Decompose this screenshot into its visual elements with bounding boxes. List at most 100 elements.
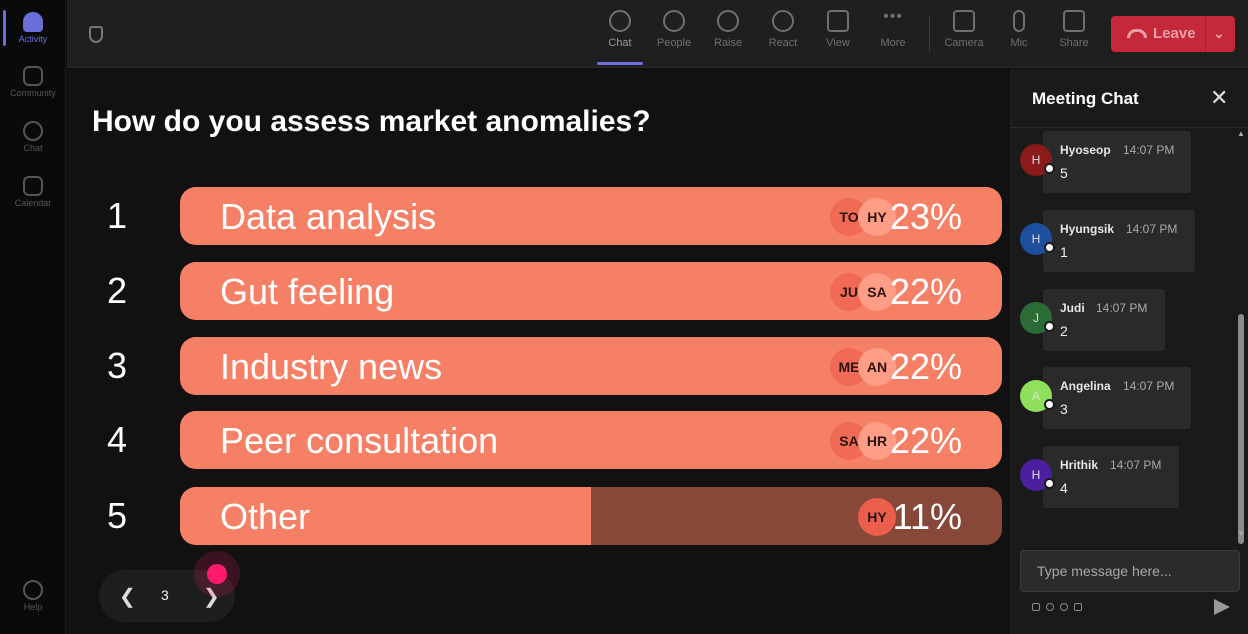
option-number: 5 xyxy=(107,495,128,536)
community-icon xyxy=(23,66,43,86)
toolbar-label: Chat xyxy=(608,37,632,49)
chat-message[interactable]: Hrithik 14:07 PM 4 xyxy=(1043,446,1179,508)
status-dot xyxy=(1044,321,1055,332)
option-bar[interactable]: Industry news ME AN 22% xyxy=(180,337,1002,395)
chevron-down-icon[interactable]: ⌄ xyxy=(1213,25,1225,42)
view-icon xyxy=(827,10,849,32)
avatar[interactable]: J xyxy=(1020,302,1055,334)
calendar-icon xyxy=(23,176,43,196)
bell-icon xyxy=(23,12,43,32)
avatar-initial: H xyxy=(1031,153,1041,167)
chevron-right-icon[interactable]: ❯ xyxy=(203,584,220,609)
message-text: 1 xyxy=(1060,244,1068,260)
option-bar[interactable]: Gut feeling JU SA 22% xyxy=(180,262,1002,320)
avatar[interactable]: A xyxy=(1020,380,1055,412)
more-icon: ••• xyxy=(883,8,903,25)
option-label: Other xyxy=(220,496,311,537)
sender-name: Hyoseop xyxy=(1060,143,1111,157)
avatar[interactable]: H xyxy=(1020,459,1055,491)
toolbar-chat-button[interactable]: Chat xyxy=(593,10,647,49)
rail-item-label: Calendar xyxy=(14,198,52,208)
option-bar[interactable]: Other HY 11% xyxy=(180,487,1002,545)
gif-icon[interactable] xyxy=(1074,603,1082,611)
attach-icon[interactable] xyxy=(1046,603,1054,611)
leave-divider xyxy=(1205,16,1206,52)
avatar-initial: A xyxy=(1031,389,1040,403)
toolbar-label: People xyxy=(656,37,692,49)
rail-item-community[interactable]: Community xyxy=(0,66,66,98)
sender-name: Angelina xyxy=(1060,379,1111,393)
poll-option-row: 4 Peer consultation SA HR 22% xyxy=(67,411,1009,469)
camera-icon xyxy=(953,10,975,32)
option-number: 1 xyxy=(107,195,128,236)
option-percent: 22% xyxy=(889,271,962,312)
shield-icon[interactable] xyxy=(89,26,103,43)
rail-item-label: Chat xyxy=(23,143,43,153)
option-percent: 23% xyxy=(889,196,962,237)
toolbar-camera-button[interactable]: Camera xyxy=(937,10,991,49)
page-number: 3 xyxy=(161,587,169,603)
toolbar-more-button[interactable]: ••• More xyxy=(866,8,920,50)
option-bar[interactable]: Data analysis TO HY 23% xyxy=(180,187,1002,245)
toolbar-label: React xyxy=(768,37,798,49)
format-icon[interactable] xyxy=(1032,603,1040,611)
scroll-down-icon[interactable]: ▼ xyxy=(1237,529,1245,538)
status-dot xyxy=(1044,399,1055,410)
option-percent: 22% xyxy=(889,420,962,461)
avatar[interactable]: H xyxy=(1020,223,1055,255)
people-icon xyxy=(663,10,685,32)
option-percent: 11% xyxy=(892,496,962,537)
mic-icon xyxy=(1013,10,1025,32)
message-text: 5 xyxy=(1060,165,1068,181)
toolbar-react-button[interactable]: React xyxy=(756,10,810,49)
message-text: 4 xyxy=(1060,480,1068,496)
rail-item-chat[interactable]: Chat xyxy=(0,121,66,153)
avatar-initial: H xyxy=(1031,232,1041,246)
toolbar-label: Camera xyxy=(944,37,984,49)
toolbar-view-button[interactable]: View xyxy=(811,10,865,49)
rail-item-label: Help xyxy=(23,602,43,612)
toolbar-share-button[interactable]: Share xyxy=(1047,10,1101,49)
rail-item-label: Activity xyxy=(18,34,48,44)
avatar[interactable]: H xyxy=(1020,144,1055,176)
toolbar-label: View xyxy=(826,37,850,49)
leave-button[interactable]: Leave ⌄ xyxy=(1111,16,1235,52)
option-label: Industry news xyxy=(220,346,443,387)
toolbar-raise-button[interactable]: Raise xyxy=(701,10,755,49)
rail-item-calendar[interactable]: Calendar xyxy=(0,176,66,208)
active-tab-indicator xyxy=(597,62,643,65)
status-dot xyxy=(1044,478,1055,489)
chat-scrollbar[interactable]: ▲ ▼ xyxy=(1235,129,1247,544)
close-icon[interactable]: ✕ xyxy=(1210,85,1228,111)
share-icon xyxy=(1063,10,1085,32)
rail-item-help[interactable]: Help xyxy=(0,580,66,612)
toolbar-label: Share xyxy=(1059,37,1089,49)
status-dot xyxy=(1044,163,1055,174)
emoji-icon[interactable] xyxy=(1060,603,1068,611)
option-number: 2 xyxy=(107,270,128,311)
sender-name: Hrithik xyxy=(1060,458,1099,472)
option-label: Peer consultation xyxy=(220,420,499,461)
message-input[interactable] xyxy=(1021,551,1239,591)
option-number: 4 xyxy=(107,419,128,460)
rail-item-activity[interactable]: Activity xyxy=(0,12,66,44)
scroll-up-icon[interactable]: ▲ xyxy=(1237,129,1245,138)
option-bar[interactable]: Peer consultation SA HR 22% xyxy=(180,411,1002,469)
message-time: 14:07 PM xyxy=(1123,143,1175,157)
chevron-left-icon[interactable]: ❮ xyxy=(119,584,136,609)
send-icon[interactable] xyxy=(1214,599,1230,615)
pointer-indicator xyxy=(207,564,227,584)
scroll-thumb[interactable] xyxy=(1238,314,1244,544)
toolbar-mic-button[interactable]: Mic xyxy=(992,10,1046,49)
chat-icon xyxy=(609,10,631,32)
option-percent: 22% xyxy=(889,346,962,387)
option-number: 3 xyxy=(107,345,128,386)
poll-option-row: 1 Data analysis TO HY 23% xyxy=(67,187,1009,245)
help-icon xyxy=(23,580,43,600)
chat-message[interactable]: Angelina 14:07 PM 3 xyxy=(1043,367,1191,429)
toolbar-people-button[interactable]: People xyxy=(647,10,701,49)
chat-message[interactable]: Hyoseop 14:07 PM 5 xyxy=(1043,131,1191,193)
chat-message[interactable]: Judi 14:07 PM 2 xyxy=(1043,289,1165,351)
chat-message[interactable]: Hyungsik 14:07 PM 1 xyxy=(1043,210,1195,272)
poll-option-row: 5 Other HY 11% xyxy=(67,487,1009,545)
